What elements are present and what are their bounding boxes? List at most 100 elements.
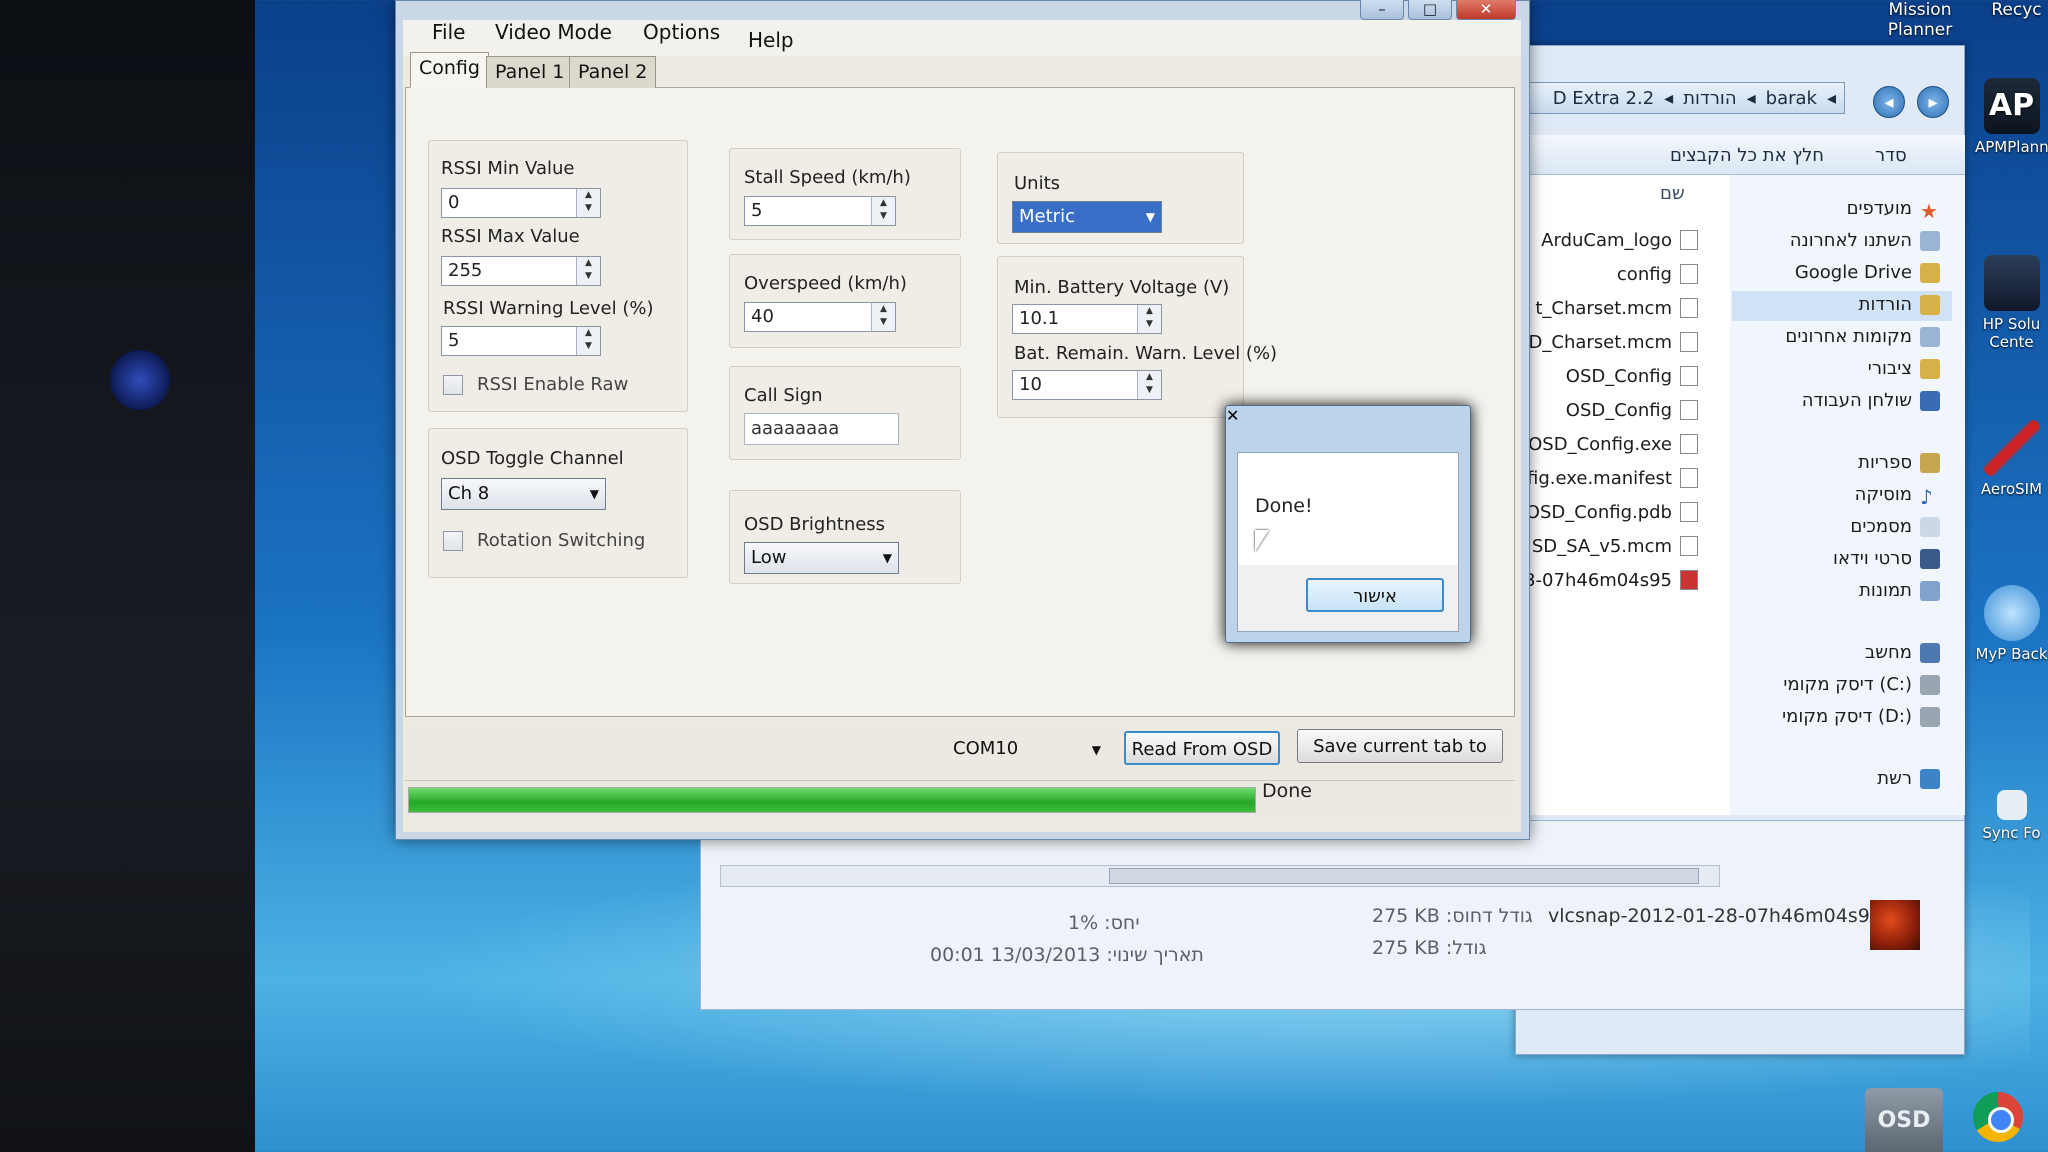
call-sign-input[interactable]: aaaaaaaa <box>744 413 899 445</box>
nav-network[interactable]: רשת <box>1877 768 1940 789</box>
chrome-icon[interactable] <box>1973 1092 2023 1142</box>
file-icon <box>1680 264 1698 284</box>
breadcrumb-item[interactable]: הורדות <box>1683 88 1736 109</box>
desktop-icon-apmplanner[interactable]: AP APMPlann <box>1975 78 2048 156</box>
menu-options[interactable]: Options <box>643 20 720 44</box>
desktop-icon-mission-planner[interactable]: Mission Planner <box>1880 0 1960 40</box>
save-current-tab-button[interactable]: Save current tab to <box>1297 729 1503 763</box>
file-item[interactable]: OSD_Config <box>1518 361 1698 391</box>
nav-videos[interactable]: סרטי וידאו <box>1833 548 1940 569</box>
osd-brightness-dropdown[interactable]: Low ▼ <box>744 542 899 574</box>
breadcrumb-item[interactable]: barak <box>1766 88 1817 109</box>
star-icon: ★ <box>1920 198 1938 223</box>
name-column-header[interactable]: שם <box>1660 183 1685 204</box>
spinner-arrows-icon[interactable]: ▲ ▼ <box>871 303 895 331</box>
tab-panel-2[interactable]: Panel 2 <box>569 56 657 88</box>
rssi-min-input[interactable]: 0 ▲ ▼ <box>441 188 601 218</box>
breadcrumb-item[interactable]: D Extra 2.2 <box>1553 88 1654 109</box>
file-item[interactable]: fig.exe.manifest <box>1518 463 1698 493</box>
nav-drive-d[interactable]: דיסק מקומי (D:) <box>1782 706 1940 727</box>
desktop-icon-hp-solution[interactable]: HP Solu Cente <box>1975 255 2048 351</box>
detail-compressed-size: 275 KB :גודל דחוס <box>1372 905 1533 927</box>
file-item[interactable]: t_Charset.mcm <box>1518 293 1698 323</box>
minimize-icon[interactable]: – <box>1360 0 1404 20</box>
detail-size: 275 KB :גודל <box>1372 937 1487 959</box>
file-item[interactable]: D_Charset.mcm <box>1518 327 1698 357</box>
progress-fill <box>409 788 1255 812</box>
address-bar[interactable]: D Extra 2.2 ◂ הורדות ◂ barak ◂ <box>1525 82 1845 114</box>
file-item[interactable]: SD_SA_v5.mcm <box>1518 531 1698 561</box>
overspeed-input[interactable]: 40 ▲ ▼ <box>744 302 896 332</box>
spinner-arrows-icon[interactable]: ▲ ▼ <box>1137 305 1161 333</box>
osd-toggle-dropdown[interactable]: Ch 8 ▼ <box>441 478 606 510</box>
nav-google-drive[interactable]: Google Drive <box>1795 262 1940 283</box>
battery-warn-input[interactable]: 10 ▲ ▼ <box>1012 370 1162 400</box>
drive-icon <box>1920 674 1940 695</box>
forward-icon[interactable]: ▸ <box>1917 86 1949 118</box>
spinner-arrows-icon[interactable]: ▲ ▼ <box>1137 371 1161 399</box>
rssi-enable-raw-checkbox[interactable]: RSSI Enable Raw <box>443 374 628 395</box>
file-icon <box>1680 468 1698 488</box>
spinner-arrows-icon[interactable]: ▲ ▼ <box>576 189 600 217</box>
nav-pictures[interactable]: תמונות <box>1859 580 1940 601</box>
spinner-arrows-icon[interactable]: ▲ ▼ <box>871 197 895 225</box>
menu-file[interactable]: File <box>432 20 465 44</box>
file-icon <box>1680 536 1698 556</box>
nav-computer[interactable]: מחשב <box>1865 642 1940 663</box>
sync-icon <box>1996 790 2027 820</box>
stall-speed-input[interactable]: 5 ▲ ▼ <box>744 196 896 226</box>
file-item[interactable]: OSD_Config.exe <box>1518 429 1698 459</box>
nav-recent-changes[interactable]: השתנו לאחרונה <box>1790 230 1940 251</box>
menu-video-mode[interactable]: Video Mode <box>495 20 612 44</box>
desktop-icon-sync[interactable]: Sync Fo <box>1975 790 2048 842</box>
taskbar-osd-button[interactable]: OSD <box>1865 1088 1943 1152</box>
min-battery-input[interactable]: 10.1 ▲ ▼ <box>1012 304 1162 334</box>
rotation-switching-checkbox[interactable]: Rotation Switching <box>443 530 645 551</box>
nav-favorites[interactable]: מועדפים ★ <box>1847 198 1940 223</box>
file-item[interactable]: OSD_Config <box>1518 395 1698 425</box>
overspeed-label: Overspeed (km/h) <box>744 273 907 294</box>
breadcrumb-sep-icon: ◂ <box>1826 87 1836 109</box>
nav-documents[interactable]: מסמכים <box>1850 516 1940 537</box>
menu-help[interactable]: Help <box>748 28 794 52</box>
desktop-icon <box>1920 390 1940 411</box>
file-item[interactable]: ArduCam_logo <box>1518 225 1698 255</box>
extract-all-button[interactable]: חלץ את כל הקבצים <box>1670 145 1824 166</box>
ok-button[interactable]: אישור <box>1306 578 1444 612</box>
rssi-warning-label: RSSI Warning Level (%) <box>443 298 654 319</box>
nav-public[interactable]: ציבורי <box>1868 358 1940 379</box>
desktop-icon-aerosim[interactable]: AeroSIM <box>1975 420 2048 498</box>
read-from-osd-button[interactable]: Read From OSD <box>1124 731 1280 765</box>
spinner-arrows-icon[interactable]: ▲ ▼ <box>576 257 600 285</box>
desktop-icon-mypc-backup[interactable]: MyP Back <box>1975 585 2048 663</box>
nav-music[interactable]: מוסיקה ♪ <box>1855 484 1940 509</box>
close-icon[interactable]: ✕ <box>1456 0 1516 20</box>
horizontal-scrollbar[interactable] <box>720 865 1720 887</box>
file-item[interactable]: OSD_Config.pdb <box>1518 497 1698 527</box>
back-icon[interactable]: ◂ <box>1873 86 1905 118</box>
tab-panel-1[interactable]: Panel 1 <box>486 56 574 88</box>
file-item[interactable]: config <box>1518 259 1698 289</box>
checkbox-box[interactable] <box>443 374 463 395</box>
progress-bar <box>408 787 1256 813</box>
osd-brightness-label: OSD Brightness <box>744 514 886 535</box>
nav-desktop[interactable]: שולחן העבודה <box>1802 390 1940 411</box>
tab-config[interactable]: Config <box>410 52 489 88</box>
nav-recent-places[interactable]: מקומות אחרונים <box>1785 326 1940 347</box>
spinner-arrows-icon[interactable]: ▲ ▼ <box>576 327 600 355</box>
file-item[interactable]: 3-07h46m04s95 <box>1518 565 1698 595</box>
file-icon <box>1680 400 1698 420</box>
units-dropdown[interactable]: Metric ▼ <box>1012 201 1162 233</box>
rssi-warning-input[interactable]: 5 ▲ ▼ <box>441 326 601 356</box>
nav-drive-c[interactable]: דיסק מקומי (C:) <box>1783 674 1940 695</box>
checkbox-box[interactable] <box>443 530 463 551</box>
desktop-icon-recycle[interactable]: Recyc <box>1985 0 2048 20</box>
com-port-dropdown[interactable]: COM10 ▼ <box>945 733 1105 765</box>
nav-libraries[interactable]: ספריות <box>1858 452 1940 473</box>
scrollbar-thumb[interactable] <box>1109 868 1699 884</box>
organize-button[interactable]: סדר <box>1875 145 1907 166</box>
nav-downloads[interactable]: הורדות <box>1859 294 1940 315</box>
maximize-icon[interactable]: □ <box>1408 0 1452 20</box>
folder-icon <box>1920 326 1940 347</box>
rssi-max-input[interactable]: 255 ▲ ▼ <box>441 256 601 286</box>
